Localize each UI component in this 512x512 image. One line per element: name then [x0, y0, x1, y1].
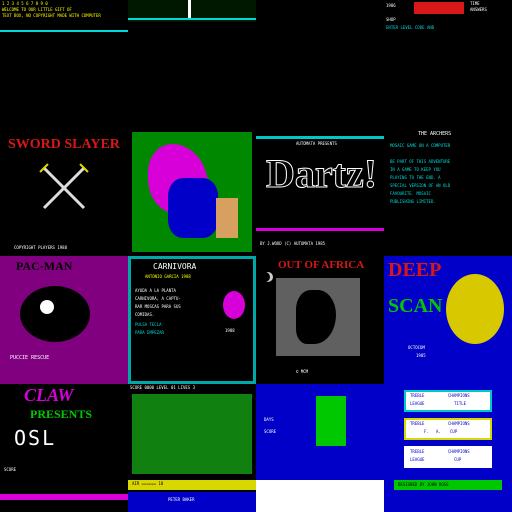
- carnivora-author: ANTONIO GARCIA 1988: [145, 274, 191, 279]
- shop-enter: ENTER LEVEL CODE AND: [386, 25, 435, 30]
- treble-c1d: TITLE: [454, 401, 467, 406]
- archers-line-3: PLAYING TO THE END. A: [390, 175, 441, 180]
- claw-floor: [0, 494, 128, 500]
- bluemap-bottom: [256, 480, 384, 512]
- pacman-footer: PUCCIE RESCUE: [10, 355, 50, 361]
- tile-text-intro: 1 2 3 4 5 6 7 8 9 0 WELCOME TO OUR LITTL…: [0, 0, 128, 128]
- tile-blue-map: DAYS SCORE: [256, 384, 384, 512]
- treble-c1a: TREBLE: [410, 393, 425, 398]
- carnivora-text-5: PULSA TECLA: [135, 322, 162, 327]
- tile-deep-scan: DEEP SCAN OCTOCOM 1985: [384, 256, 512, 384]
- carnivora-text-4: COMIDAS.: [135, 312, 155, 317]
- moon-icon: [260, 272, 270, 282]
- archers-line-4: SPECIAL VERSION OF AN OLD: [390, 183, 451, 188]
- tile-carnivora: CARNIVORA ANTONIO GARCIA 1988 AYUDA A LA…: [128, 256, 256, 384]
- treble-c3a: TREBLE: [410, 449, 425, 454]
- person: [216, 198, 238, 238]
- treble-c2d: A.: [436, 429, 441, 434]
- dartz-presents: AUTOMATA PRESENTS: [296, 141, 337, 146]
- dart-top: [256, 136, 384, 139]
- tile-treble: TREBLE CHAMPIONS LEAGUE TITLE TREBLE CHA…: [384, 384, 512, 512]
- shop-label: SHOP: [386, 17, 396, 22]
- deepscan-title-2: SCAN: [388, 295, 443, 317]
- archers-line-6: PUBLISHING LIMITED.: [390, 199, 436, 204]
- archers-line-2: IN A GAME TO KEEP YOU: [390, 167, 441, 172]
- deepscan-year: 1985: [416, 353, 426, 358]
- tile-claw: CLAW PRESENTS OSL SCORE: [0, 384, 128, 512]
- pole: [188, 0, 191, 20]
- treble-c3c: LEAGUE: [410, 457, 425, 462]
- green-header: SCORE 0000 LEVEL 01 LIVES 3: [130, 385, 196, 390]
- intro-line-3: TEXT BOX, NO COPYRIGHT MADE WITH COMPUTE…: [2, 13, 101, 18]
- tile-out-of-africa: OUT OF AFRICA © MCM: [256, 256, 384, 384]
- pacman-face: [20, 286, 90, 342]
- shop-year: 1986: [386, 3, 396, 8]
- treble-c3d: CUP: [454, 457, 462, 462]
- figure: [168, 178, 218, 238]
- crossed-swords-icon: [39, 163, 89, 210]
- dart-bottom: [256, 228, 384, 231]
- bluemap-label-2: SCORE: [264, 429, 277, 434]
- carnivora-text-3: RAR MOSCAS PARA SUS: [135, 304, 181, 309]
- divider: [0, 30, 128, 32]
- green-field: [132, 394, 252, 474]
- shop-answers: ANSWERS: [470, 7, 487, 12]
- treble-c2c: F.: [424, 429, 429, 434]
- screenshot-grid: 1 2 3 4 5 6 7 8 9 0 WELCOME TO OUR LITTL…: [0, 0, 512, 512]
- ground-line: [128, 18, 256, 20]
- archers-title: THE ARCHERS: [418, 131, 452, 137]
- tile-dark: [256, 0, 384, 128]
- anchor-medal-icon: [446, 274, 504, 344]
- carnivora-text-6: PARA EMPEZAR: [135, 330, 164, 335]
- treble-footer: DESIGNED BY JOHN ROSS: [398, 482, 449, 487]
- green-bottom-band: [128, 492, 256, 512]
- claw-logo: OSL: [14, 426, 57, 450]
- africa-footer: © MCM: [296, 369, 309, 374]
- dark-area: [256, 0, 384, 30]
- bluemap-label-1: DAYS: [264, 417, 274, 422]
- green-footer: AIR ====== 18: [132, 481, 164, 486]
- pacman-eye: [40, 300, 54, 314]
- claw-score: SCORE: [4, 467, 17, 472]
- shop-time: TIME: [470, 1, 480, 6]
- dartz-title: Dartz!: [265, 151, 378, 196]
- sword-credit: COPYRIGHT PLAYERS 1988: [14, 245, 67, 250]
- tile-shop: 1986 TIME ANSWERS SHOP ENTER LEVEL CODE …: [384, 0, 512, 128]
- claw-title: CLAW: [24, 385, 74, 405]
- carnivora-text-1: AYUDA A LA PLANTA: [135, 288, 176, 293]
- deepscan-title-1: DEEP: [388, 259, 442, 281]
- tile-illustration: [128, 128, 256, 256]
- archers-line-5: FAVOURITE. MOSAIC: [390, 191, 431, 196]
- tile-pacman: PAC-MAN PUCCIE RESCUE: [0, 256, 128, 384]
- tile-green-field: SCORE 0000 LEVEL 01 LIVES 3 AIR ====== 1…: [128, 384, 256, 512]
- treble-c2a: TREBLE: [410, 421, 425, 426]
- claw-presents: PRESENTS: [30, 407, 93, 421]
- tile-archers: THE ARCHERS MOSAIC GAME ON A COMPUTER BE…: [384, 128, 512, 256]
- deepscan-pub: OCTOCOM: [408, 345, 425, 350]
- green-bottom: PETER BAKER: [168, 497, 195, 502]
- treble-c2e: CUP: [450, 429, 458, 434]
- carnivora-text-2: CARNIVORA, A CAPTU-: [135, 296, 181, 301]
- pacman-title: PAC-MAN: [16, 259, 73, 273]
- archers-sub: MOSAIC GAME ON A COMPUTER: [390, 143, 451, 148]
- sword-title: SWORD SLAYER: [8, 137, 120, 152]
- shop-bar: [414, 2, 464, 14]
- archers-line-1: BE PART OF THIS ADVENTURE: [390, 159, 451, 164]
- treble-c1c: LEAGUE: [410, 401, 425, 406]
- tile-dartz: AUTOMATA PRESENTS Dartz! BY J.WOOD (C) A…: [256, 128, 384, 256]
- treble-c3b: CHAMPIONS: [448, 449, 470, 454]
- intro-line-1: 1 2 3 4 5 6 7 8 9 0: [2, 1, 48, 6]
- intro-line-2: WELCOME TO OUR LITTLE GIFT OF: [2, 7, 72, 12]
- tile-sword-slayer: SWORD SLAYER COPYRIGHT PLAYERS 1988: [0, 128, 128, 256]
- africa-title: OUT OF AFRICA: [278, 259, 365, 271]
- dartz-credits: BY J.WOOD (C) AUTOMATA 1985: [260, 241, 326, 246]
- carnivora-year: 1988: [225, 328, 235, 333]
- carnivora-badge: [223, 291, 245, 319]
- bluemap-region: [316, 396, 346, 446]
- treble-c1b: CHAMPIONS: [448, 393, 470, 398]
- tile-strip: [128, 0, 256, 128]
- carnivora-title: CARNIVORA: [153, 262, 197, 271]
- treble-c2b: CHAMPIONS: [448, 421, 470, 426]
